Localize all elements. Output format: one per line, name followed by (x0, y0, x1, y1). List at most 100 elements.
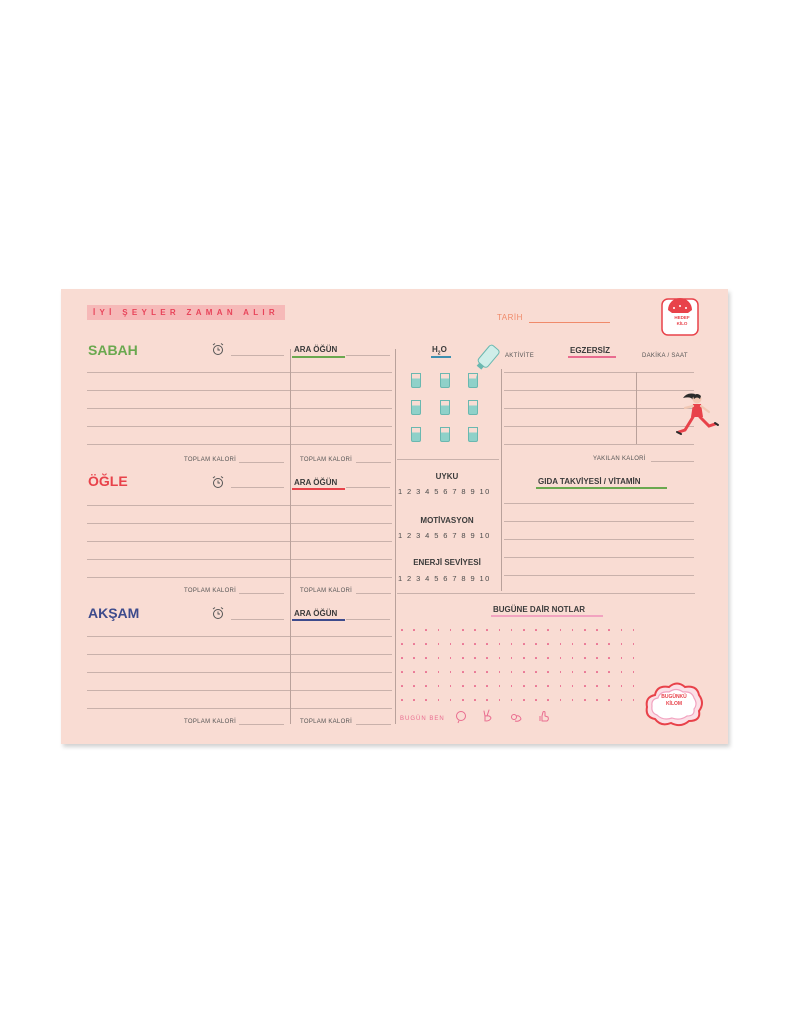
note-dot (535, 699, 537, 701)
note-dot (571, 699, 574, 701)
thumbs-up-icon[interactable] (537, 709, 551, 728)
ara-ogun-2-line[interactable] (346, 487, 390, 488)
water-glass-icon[interactable] (468, 400, 478, 415)
note-dot (449, 657, 452, 659)
water-glass-icon[interactable] (440, 373, 450, 388)
sabah-line-2[interactable] (87, 390, 392, 391)
water-glass-icon[interactable] (411, 400, 421, 415)
planner-sheet: İYİ ŞEYLER ZAMAN ALIR TARİH HEDEF KİLO S… (61, 289, 728, 744)
water-glass-icon[interactable] (440, 400, 450, 415)
note-dot (608, 643, 610, 645)
ara-ogun-1-line[interactable] (346, 355, 390, 356)
note-dot (510, 671, 513, 673)
dakika-saat-label: DAKİKA / SAAT (642, 353, 688, 359)
note-dot (632, 643, 635, 645)
note-dot (596, 657, 598, 659)
kilom-line: KİLOM (665, 701, 683, 707)
egzersiz-line-3[interactable] (504, 408, 694, 409)
note-dot (401, 671, 403, 673)
notlar-underline (491, 615, 603, 617)
ogle-line-1[interactable] (87, 505, 392, 506)
ogle-line-5[interactable] (87, 577, 392, 578)
egzersiz-line-5[interactable] (504, 444, 694, 445)
note-dot (413, 685, 415, 687)
sabah-kalori-line[interactable] (239, 462, 284, 463)
note-dot (498, 629, 501, 631)
note-dot (401, 685, 403, 687)
notes-separator (397, 593, 695, 594)
note-dot (510, 657, 513, 659)
mood-face-icon[interactable] (454, 710, 468, 729)
ara-ogun-2-kalori-line[interactable] (356, 593, 391, 594)
sabah-time-line[interactable] (231, 355, 284, 356)
note-dot (413, 657, 415, 659)
aksam-line-3[interactable] (87, 672, 392, 673)
water-glass-icon[interactable] (440, 427, 450, 442)
sabah-line-5[interactable] (87, 444, 392, 445)
runner-woman-icon (673, 390, 721, 453)
gida-line-4[interactable] (504, 557, 694, 558)
note-dot (437, 657, 440, 659)
note-dot (584, 699, 586, 701)
note-dot (559, 643, 562, 645)
note-dot (559, 629, 562, 631)
gida-line-3[interactable] (504, 539, 694, 540)
note-dot (523, 685, 525, 687)
ogle-line-4[interactable] (87, 559, 392, 560)
peace-hand-icon[interactable] (481, 709, 495, 728)
sabah-line-1[interactable] (87, 372, 392, 373)
aktivite-label: AKTİVİTE (505, 353, 535, 359)
yakilan-kalori-line[interactable] (651, 461, 694, 462)
aksam-time-line[interactable] (231, 619, 284, 620)
sabah-line-3[interactable] (87, 408, 392, 409)
egzersiz-line-1[interactable] (504, 372, 694, 373)
gida-line-5[interactable] (504, 575, 694, 576)
motivasyon-scale[interactable]: 1 2 3 4 5 6 7 8 9 10 (398, 531, 491, 540)
ara-ogun-3-line[interactable] (346, 619, 390, 620)
ara-ogun-3: ARA ÖĞÜN (294, 609, 338, 618)
aksam-kalori-line[interactable] (239, 724, 284, 725)
water-glass-icon[interactable] (468, 427, 478, 442)
meal-title-sabah: SABAH (88, 342, 138, 358)
meal-title-ogle: ÖĞLE (88, 473, 128, 489)
tarih-line[interactable] (529, 322, 610, 323)
note-dot (474, 685, 476, 687)
ok-hand-icon[interactable] (509, 710, 523, 729)
note-dot (596, 643, 598, 645)
note-dot (510, 685, 513, 687)
ara-ogun-1-kalori-line[interactable] (356, 462, 391, 463)
notes-dot-grid[interactable] (401, 629, 641, 704)
aksam-line-5[interactable] (87, 708, 392, 709)
note-dot (620, 643, 623, 645)
gida-line-2[interactable] (504, 521, 694, 522)
egzersiz-line-4[interactable] (504, 426, 694, 427)
water-glass-icon[interactable] (411, 373, 421, 388)
note-dot (632, 699, 635, 701)
note-dot (632, 685, 635, 687)
sabah-line-4[interactable] (87, 426, 392, 427)
egzersiz-line-2[interactable] (504, 390, 694, 391)
bugunku-kilom-text: BUGÜNKÜ KİLOM (654, 694, 694, 708)
ogle-kalori-line[interactable] (239, 593, 284, 594)
note-dot (571, 685, 574, 687)
aksam-line-4[interactable] (87, 690, 392, 691)
aksam-line-1[interactable] (87, 636, 392, 637)
note-dot (510, 699, 513, 701)
ogle-line-2[interactable] (87, 523, 392, 524)
uyku-scale[interactable]: 1 2 3 4 5 6 7 8 9 10 (398, 487, 491, 496)
enerji-scale[interactable]: 1 2 3 4 5 6 7 8 9 10 (398, 574, 491, 583)
note-dot (535, 643, 537, 645)
ogle-line-3[interactable] (87, 541, 392, 542)
note-dot (462, 699, 464, 701)
water-glass-icon[interactable] (468, 373, 478, 388)
note-dot (547, 629, 549, 631)
gida-line-1[interactable] (504, 503, 694, 504)
water-glass-icon[interactable] (411, 427, 421, 442)
tagline: İYİ ŞEYLER ZAMAN ALIR (87, 305, 286, 320)
note-dot (584, 629, 586, 631)
ara-ogun-2-underline (292, 488, 345, 490)
ara-ogun-3-kalori-line[interactable] (356, 724, 391, 725)
ogle-time-line[interactable] (231, 487, 284, 488)
aksam-line-2[interactable] (87, 654, 392, 655)
h2o-label: H2O (432, 345, 447, 357)
